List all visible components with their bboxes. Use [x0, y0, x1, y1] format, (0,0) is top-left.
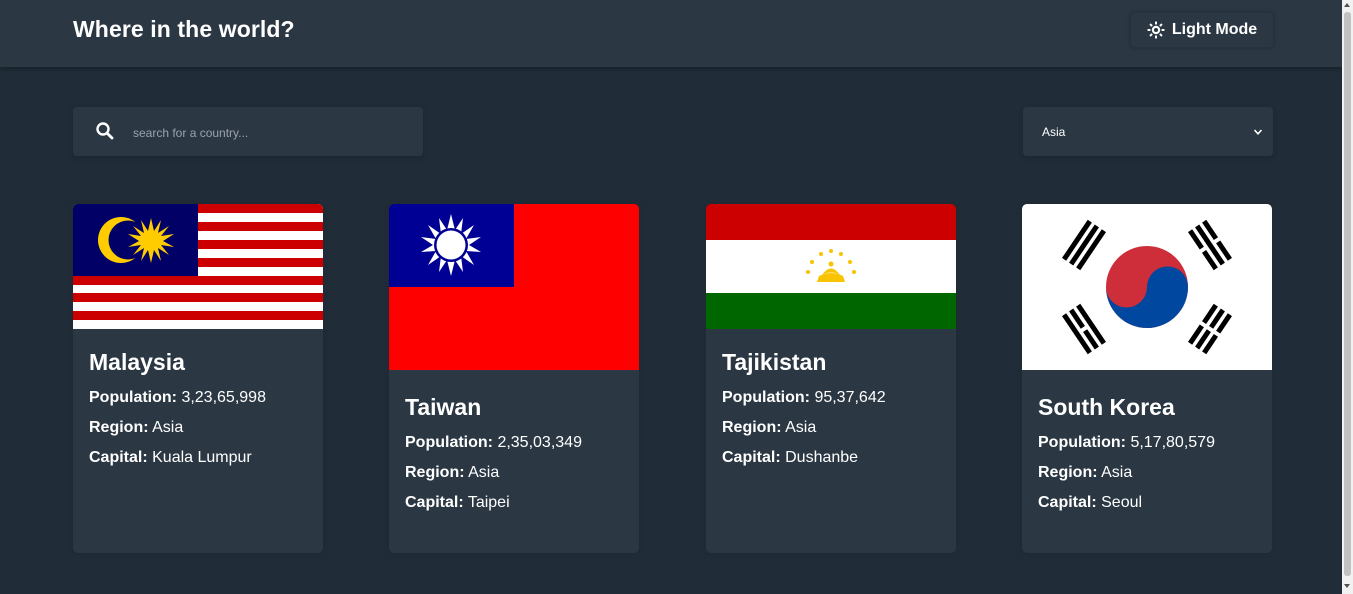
capital-value: Taipei: [467, 494, 510, 511]
region-filter-value: Asia: [1042, 124, 1066, 139]
population-line: Population: 3,23,65,998: [89, 388, 306, 408]
search-input[interactable]: [131, 107, 415, 158]
top-header: Where in the world? Light Mode: [0, 0, 1342, 67]
population-line: Population: 95,37,642: [722, 388, 939, 408]
scroll-up-arrow[interactable]: [1344, 3, 1350, 7]
capital-line: Capital: Taipei: [405, 493, 622, 513]
country-card-malaysia[interactable]: Malaysia Population: 3,23,65,998 Region:…: [73, 204, 323, 553]
region-line: Region: Asia: [722, 418, 939, 438]
capital-line: Capital: Seoul: [1038, 493, 1255, 513]
population-label: Population:: [1038, 434, 1126, 451]
capital-line: Capital: Kuala Lumpur: [89, 448, 306, 468]
region-line: Region: Asia: [1038, 463, 1255, 483]
capital-value: Kuala Lumpur: [152, 449, 252, 466]
scroll-down-arrow[interactable]: [1344, 584, 1350, 588]
population-label: Population:: [89, 389, 177, 406]
capital-label: Capital:: [89, 449, 148, 466]
chevron-down-icon: [1253, 128, 1263, 135]
vertical-scrollbar[interactable]: [1342, 0, 1353, 594]
region-value: Asia: [468, 464, 500, 481]
region-label: Region:: [722, 419, 782, 436]
taiwan-flag-image: [389, 204, 639, 370]
region-filter-select[interactable]: Asia: [1023, 107, 1273, 156]
region-label: Region:: [89, 419, 149, 436]
country-name: South Korea: [1038, 394, 1175, 420]
population-value: 2,35,03,349: [497, 434, 582, 451]
country-name: Tajikistan: [722, 349, 827, 375]
capital-label: Capital:: [1038, 494, 1097, 511]
capital-line: Capital: Dushanbe: [722, 448, 939, 468]
capital-value: Dushanbe: [785, 449, 859, 466]
malaysia-flag-image: [73, 204, 323, 329]
search-icon: [96, 122, 114, 140]
country-card-taiwan[interactable]: Taiwan Population: 2,35,03,349 Region: A…: [389, 204, 639, 553]
region-value: Asia: [152, 419, 184, 436]
population-line: Population: 5,17,80,579: [1038, 433, 1255, 453]
region-value: Asia: [1101, 464, 1133, 481]
region-line: Region: Asia: [405, 463, 622, 483]
capital-label: Capital:: [405, 494, 464, 511]
population-value: 95,37,642: [814, 389, 886, 406]
theme-toggle-button[interactable]: Light Mode: [1130, 12, 1274, 48]
region-line: Region: Asia: [89, 418, 306, 438]
tajikistan-flag-image: [706, 204, 956, 329]
population-label: Population:: [722, 389, 810, 406]
scrollbar-thumb[interactable]: [1344, 12, 1351, 576]
region-value: Asia: [785, 419, 817, 436]
country-card-tajikistan[interactable]: Tajikistan Population: 95,37,642 Region:…: [706, 204, 956, 553]
population-value: 5,17,80,579: [1130, 434, 1215, 451]
population-line: Population: 2,35,03,349: [405, 433, 622, 453]
theme-toggle-label: Light Mode: [1171, 21, 1258, 38]
country-name: Malaysia: [89, 349, 185, 375]
population-value: 3,23,65,998: [181, 389, 266, 406]
country-card-south-korea[interactable]: South Korea Population: 5,17,80,579 Regi…: [1022, 204, 1272, 553]
sun-icon: [1147, 21, 1165, 39]
capital-label: Capital:: [722, 449, 781, 466]
page-title: Where in the world?: [73, 16, 295, 42]
region-label: Region:: [1038, 464, 1098, 481]
population-label: Population:: [405, 434, 493, 451]
south-korea-flag-image: [1022, 204, 1272, 370]
search-box[interactable]: [73, 107, 423, 158]
region-label: Region:: [405, 464, 465, 481]
capital-value: Seoul: [1101, 494, 1143, 511]
country-name: Taiwan: [405, 394, 482, 420]
